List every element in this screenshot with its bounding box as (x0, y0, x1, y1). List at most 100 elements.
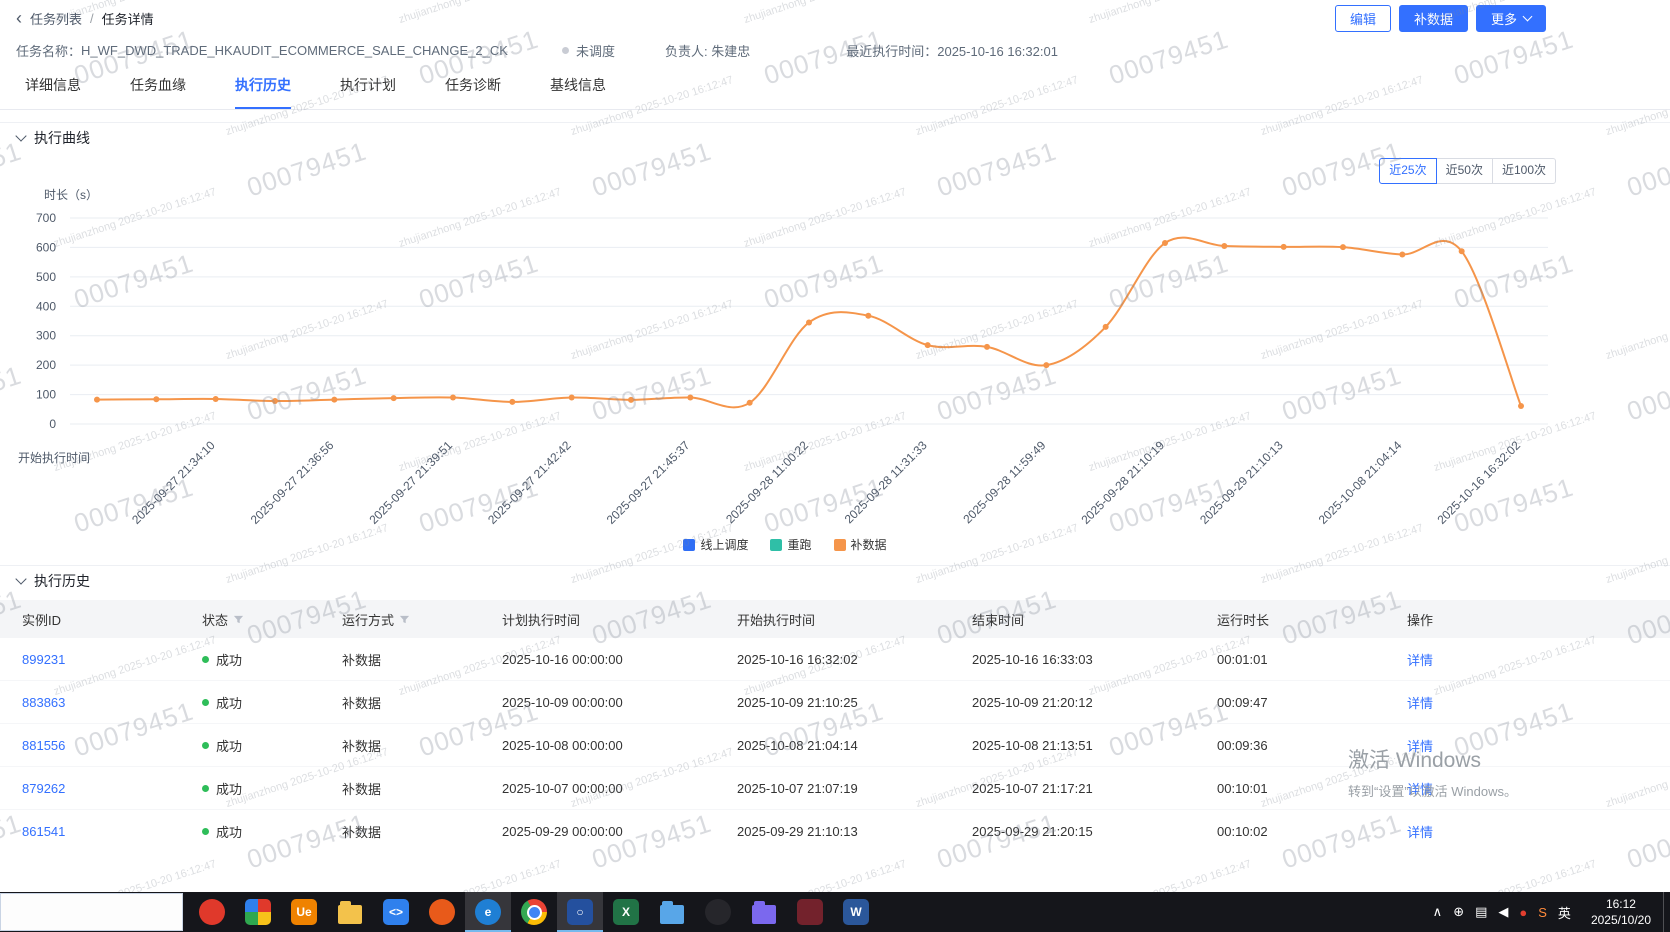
back-arrow-icon[interactable]: ‹ (16, 9, 22, 27)
media-folder-glyph (752, 900, 776, 924)
blue-app-icon[interactable]: ○ (557, 892, 603, 932)
tab-5[interactable]: 基线信息 (550, 64, 606, 109)
status-text: 未调度 (575, 43, 615, 59)
collapse-chevron-icon (15, 573, 27, 585)
legend-item[interactable]: 线上调度 (683, 536, 748, 553)
column-header-6: 运行时长 (1217, 612, 1270, 628)
panda-app-glyph (705, 899, 731, 925)
media-folder-icon[interactable] (741, 892, 787, 932)
tray-expand-icon[interactable]: ∧ (1433, 904, 1443, 920)
execution-curve-chart[interactable]: 0 100 200 300 400 500 600 700 2025-09-27 21:34:1… (0, 200, 1670, 535)
cell-start-time: 2025-09-29 21:10:13 (737, 823, 858, 839)
detail-link[interactable]: 详情 (1407, 693, 1433, 712)
cell-run-mode: 补数据 (342, 781, 382, 797)
tab-4[interactable]: 任务诊断 (445, 64, 501, 109)
show-desktop-button[interactable] (1663, 892, 1670, 932)
breadcrumb-current: 任务详情 (101, 11, 154, 27)
filter-icon[interactable] (399, 614, 410, 625)
svg-text:200: 200 (36, 358, 56, 372)
svg-text:400: 400 (36, 299, 56, 313)
range-button-2[interactable]: 近100次 (1491, 158, 1556, 184)
svg-text:0: 0 (49, 417, 56, 431)
cell-run-mode: 补数据 (342, 738, 382, 754)
edit-button[interactable]: 编辑 (1334, 4, 1391, 32)
system-tray: ∧ ⊕ ▤ ◀ ● S 英 (1433, 903, 1579, 922)
curve-section-header[interactable]: 执行曲线 (0, 122, 1670, 153)
file-explorer-icon[interactable] (327, 892, 373, 932)
tab-1[interactable]: 任务血缘 (130, 64, 186, 109)
range-button-1[interactable]: 近50次 (1435, 158, 1493, 184)
folder-blue-icon[interactable] (649, 892, 695, 932)
browser-360-icon[interactable] (189, 892, 235, 932)
windows-activation-watermark: 激活 Windows 转到“设置”以激活 Windows。 (1348, 744, 1517, 800)
svg-text:2025-09-29 21:10:13: 2025-09-29 21:10:13 (1197, 438, 1286, 527)
cell-status: 成功 (202, 736, 342, 755)
word-glyph: W (843, 899, 869, 925)
legend-item[interactable]: 补数据 (833, 536, 887, 553)
success-dot-icon (202, 827, 209, 835)
breadcrumb-task-list[interactable]: 任务列表 (30, 9, 82, 28)
legend-item[interactable]: 重跑 (770, 536, 812, 553)
cell-duration: 00:01:01 (1217, 651, 1268, 667)
cell-plan-time: 2025-10-08 00:00:00 (502, 737, 623, 753)
more-button[interactable]: 更多 (1475, 4, 1546, 32)
browser-orange-icon[interactable] (419, 892, 465, 932)
svg-text:300: 300 (36, 329, 56, 343)
detail-link[interactable]: 详情 (1407, 822, 1433, 841)
cell-action: 详情 (1407, 650, 1557, 669)
network-icon[interactable]: ⊕ (1453, 904, 1464, 920)
svg-text:600: 600 (36, 240, 56, 254)
taskbar-clock[interactable]: 16:12 2025/10/20 (1579, 896, 1663, 928)
cell-run-mode: 补数据 (342, 652, 382, 668)
collapse-chevron-icon (15, 130, 27, 142)
pinwheel-icon[interactable] (235, 892, 281, 932)
excel-icon[interactable]: X (603, 892, 649, 932)
tab-3[interactable]: 执行计划 (340, 64, 396, 109)
instance-id-link[interactable]: 883863 (22, 695, 65, 710)
svg-text:2025-09-28 11:59:49: 2025-09-28 11:59:49 (960, 438, 1048, 526)
vscode-icon[interactable]: <> (373, 892, 419, 932)
svg-text:2025-09-27 21:36:56: 2025-09-27 21:36:56 (248, 438, 337, 527)
cell-duration: 00:09:47 (1217, 694, 1268, 710)
edge-browser-icon[interactable]: e (465, 892, 511, 932)
browser-orange-glyph (429, 899, 455, 925)
legend-swatch-icon (683, 538, 696, 551)
ue-editor-icon[interactable]: Ue (281, 892, 327, 932)
svg-text:2025-09-27 21:45:37: 2025-09-27 21:45:37 (604, 438, 693, 527)
cell-start-time: 2025-10-16 16:32:02 (737, 651, 858, 667)
browser-360-glyph (199, 899, 225, 925)
blue-app-glyph: ○ (567, 899, 593, 925)
cell-status: 成功 (202, 650, 342, 669)
cell-run-mode: 补数据 (342, 695, 382, 711)
tab-0[interactable]: 详细信息 (25, 64, 81, 109)
instance-id-link[interactable]: 881556 (22, 738, 65, 753)
table-header-row: 实例ID 状态 运行方式 计划执行时间 开始执行时间 结束时间 运行时长 操作 (0, 600, 1670, 638)
activation-line2: 转到“设置”以激活 Windows。 (1348, 784, 1518, 799)
range-button-0[interactable]: 近25次 (1379, 158, 1437, 184)
panda-app-icon[interactable] (695, 892, 741, 932)
patch-data-button[interactable]: 补数据 (1398, 4, 1468, 32)
filter-icon[interactable] (233, 614, 244, 625)
ime-language-indicator[interactable]: 英 (1558, 903, 1571, 922)
excel-glyph: X (613, 899, 639, 925)
volume-icon[interactable]: ◀ (1498, 904, 1508, 920)
tab-2[interactable]: 执行历史 (235, 64, 291, 109)
table-row: 861541 成功 补数据 2025-09-29 00:00:00 2025-09-29… (0, 810, 1670, 840)
svg-text:100: 100 (36, 388, 56, 402)
history-section-header[interactable]: 执行历史 (0, 565, 1670, 596)
taskbar-search-box[interactable] (0, 893, 183, 931)
chrome-icon[interactable] (511, 892, 557, 932)
svg-text:2025-09-28 11:00:22: 2025-09-28 11:00:22 (723, 438, 811, 526)
taskview-icon[interactable]: ▤ (1475, 904, 1487, 920)
detail-link[interactable]: 详情 (1407, 650, 1433, 669)
word-icon[interactable]: W (833, 892, 879, 932)
instance-id-link[interactable]: 899231 (22, 652, 65, 667)
taskbar: Ue <> e ○ X W ∧ ⊕ ▤ ◀ ● S 英 16:12 2025/10/20 (0, 892, 1670, 932)
cell-instance-id: 861541 (22, 824, 202, 839)
instance-id-link[interactable]: 861541 (22, 824, 65, 839)
activation-line1: 激活 Windows (1348, 749, 1482, 772)
darkred-app-icon[interactable] (787, 892, 833, 932)
notification-badge-icon[interactable]: ● (1519, 905, 1527, 920)
instance-id-link[interactable]: 879262 (22, 781, 65, 796)
sogou-ime-icon[interactable]: S (1538, 905, 1547, 920)
